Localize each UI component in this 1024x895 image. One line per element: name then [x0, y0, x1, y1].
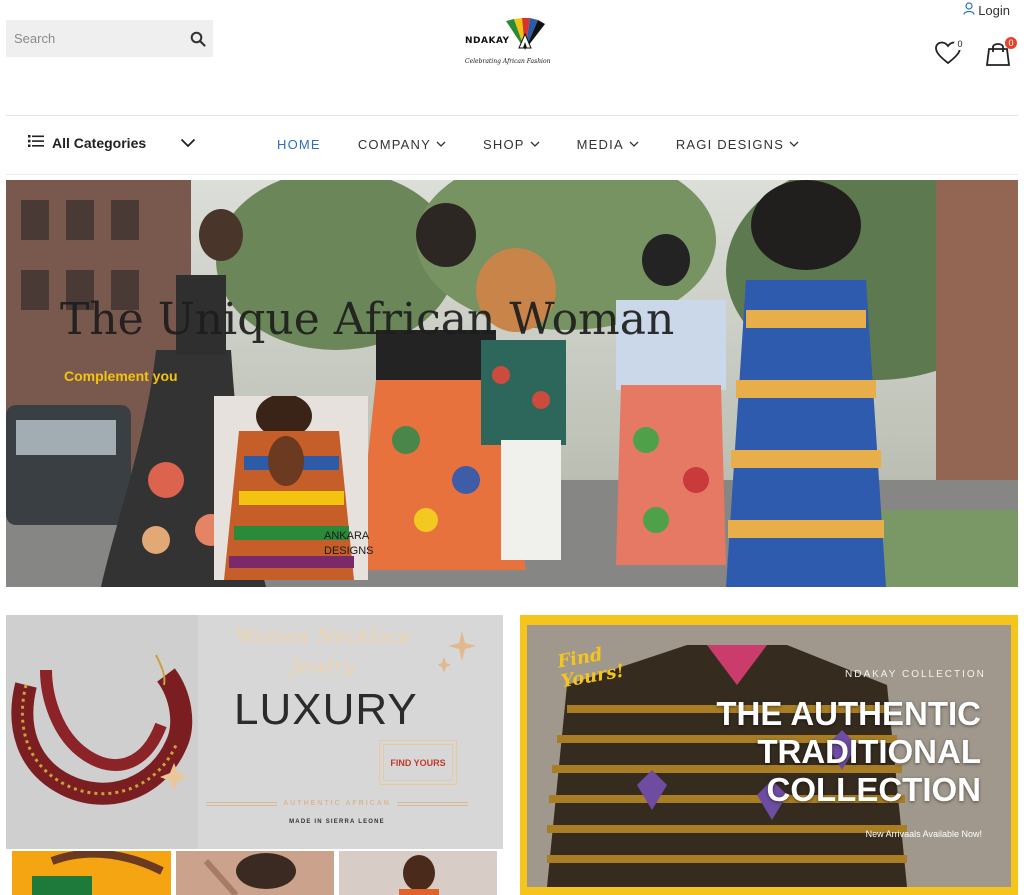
chevron-down-icon	[436, 141, 446, 147]
list-icon	[28, 134, 44, 151]
product-thumbnail[interactable]	[12, 851, 171, 895]
necklace-script-title: Women Necklace Jewlry	[235, 624, 411, 678]
login-label: Login	[978, 2, 1010, 18]
site-logo[interactable]: NDAKAY Celebrating African Fashion	[463, 14, 558, 72]
product-thumbnail[interactable]	[339, 851, 497, 895]
nav-divider-top	[6, 115, 1018, 116]
wishlist-button[interactable]: 0	[934, 38, 966, 70]
hero-subtitle: Complement you	[64, 368, 178, 384]
chevron-down-icon	[530, 141, 540, 147]
promo-collection-banner[interactable]: Find Yours! NDAKAY COLLECTION THE AUTHEN…	[520, 615, 1018, 895]
collection-subtitle: New Arrivaals Available Now!	[865, 829, 982, 839]
authentic-african-line: AUTHENTIC AFRICAN	[206, 800, 468, 807]
user-icon	[963, 2, 975, 18]
cart-button[interactable]: 0	[984, 37, 1017, 70]
hero-banner[interactable]: The Unique African Woman Complement you …	[6, 180, 1018, 587]
hero-title: The Unique African Woman	[60, 294, 675, 345]
collection-photo: Find Yours! NDAKAY COLLECTION THE AUTHEN…	[527, 625, 1011, 887]
nav-media-label: MEDIA	[576, 137, 624, 152]
chevron-down-icon	[180, 135, 196, 151]
page: NDAKAY Celebrating African Fashion Login…	[0, 0, 1024, 895]
hero-inset-label: ANKARA DESIGNS	[324, 530, 374, 557]
search-input[interactable]	[14, 31, 190, 46]
divider	[396, 801, 468, 806]
made-in-text: MADE IN SIERRA LEONE	[289, 819, 385, 825]
nav-media[interactable]: MEDIA	[577, 137, 639, 152]
nav-shop-label: SHOP	[482, 137, 525, 152]
login-link[interactable]: Login	[963, 2, 1010, 18]
logo-wordmark: NDAKAY	[465, 36, 510, 46]
find-yours-button[interactable]: FIND YOURS	[379, 740, 457, 785]
chevron-down-icon	[629, 141, 639, 147]
nav-shop[interactable]: SHOP	[483, 137, 540, 152]
divider	[206, 801, 278, 806]
nav-divider-bottom	[6, 174, 1018, 175]
nav-company-label: COMPANY	[357, 137, 431, 152]
nav-home-label: HOME	[277, 137, 321, 152]
luxury-heading: LUXURY	[234, 685, 418, 734]
nav-home[interactable]: HOME	[277, 137, 321, 152]
collection-label: NDAKAY COLLECTION	[845, 669, 986, 680]
wishlist-count-badge: 0	[954, 38, 966, 50]
main-menu: HOME COMPANY SHOP MEDIA RAGI DESIGNS	[277, 137, 836, 152]
nav-ragi-designs-label: RAGI DESIGNS	[675, 137, 785, 152]
nav-ragi-designs[interactable]: RAGI DESIGNS	[676, 137, 799, 152]
cart-count-badge: 0	[1005, 37, 1017, 49]
collection-title: THE AUTHENTIC TRADITIONAL COLLECTION	[716, 695, 981, 808]
all-categories-toggle[interactable]: All Categories	[28, 134, 196, 151]
search-box	[6, 20, 213, 57]
promo-necklace-banner[interactable]: Women Necklace Jewlry LUXURY FIND YOURS …	[6, 615, 503, 849]
search-icon[interactable]	[190, 28, 206, 50]
product-thumbnail[interactable]	[176, 851, 334, 895]
sparkle-icon	[438, 631, 476, 673]
chevron-down-icon	[789, 141, 799, 147]
find-yours-label: FIND YOURS	[390, 757, 446, 768]
necklace-photo	[6, 615, 198, 849]
authentic-african-text: AUTHENTIC AFRICAN	[283, 800, 391, 807]
all-categories-label: All Categories	[52, 134, 147, 151]
nav-company[interactable]: COMPANY	[358, 137, 446, 152]
logo-tagline: Celebrating African Fashion	[465, 58, 551, 65]
